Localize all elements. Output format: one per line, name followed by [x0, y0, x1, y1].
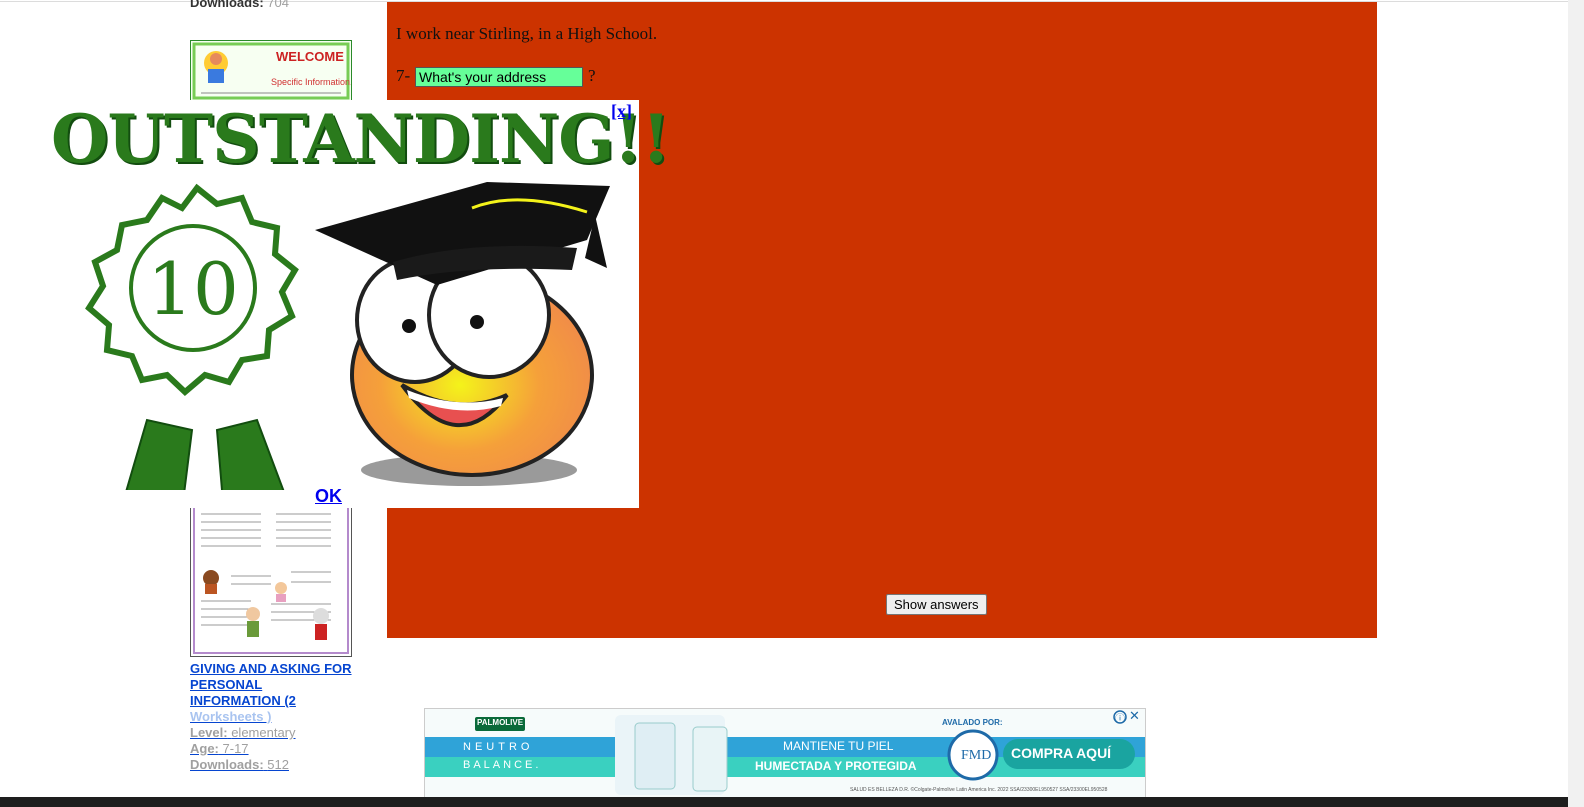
svg-text:WELCOME: WELCOME [276, 49, 344, 64]
top-downloads: Downloads: 704 [190, 0, 289, 10]
show-answers-button[interactable]: Show answers [886, 594, 987, 615]
exercise-sentence: I work near Stirling, in a High School. [396, 24, 658, 43]
ad-tagline-line1: MANTIENE TU PIEL [783, 739, 894, 753]
ribbon-icon [125, 418, 285, 490]
ad-endorsed-by: AVALADO POR: [942, 718, 1003, 727]
ad-info-icon[interactable]: ⓘ [1115, 710, 1125, 725]
worksheet-title-link[interactable]: GIVING AND ASKING FOR PERSONAL INFORMATI… [190, 661, 385, 725]
question-number: 7- [396, 66, 411, 85]
answer-input[interactable]: What's your address [415, 67, 583, 87]
badge-number: 10 [147, 247, 239, 331]
feedback-popup: OUTSTANDING!! [x] 10 OK [17, 100, 671, 508]
ad-fineprint: SALUD ES BELLEZA D.R. ©Colgate-Palmolive… [850, 787, 1108, 793]
ad-product-line2: BALANCE. [463, 759, 542, 771]
svg-text:Specific Information.: Specific Information. [271, 77, 351, 87]
ad-endorser-logo: FMD [961, 748, 992, 763]
welcome-thumbnail-image: WELCOME Specific Information. [191, 41, 351, 101]
personal-info-thumbnail-image [191, 506, 351, 656]
popup-close-link[interactable]: [x] [611, 101, 632, 122]
worksheet-info-block: GIVING AND ASKING FOR PERSONAL INFORMATI… [190, 661, 385, 773]
bottom-bar [0, 797, 1568, 807]
award-illustration: 10 [85, 182, 610, 490]
ad-brand: PALMOLIVE [477, 718, 524, 727]
worksheet-downloads: Downloads: 512 [190, 757, 289, 772]
worksheet-age: Age: 7-17 [190, 741, 249, 756]
graduate-smiley-icon [315, 182, 610, 477]
worksheet-thumbnail-welcome[interactable]: WELCOME Specific Information. [190, 40, 352, 102]
ad-product-line1: NEUTRO [463, 741, 534, 753]
popup-headline: OUTSTANDING!! [51, 100, 671, 178]
question-mark: ? [588, 66, 596, 85]
ad-close-icon[interactable]: ✕ [1129, 709, 1140, 724]
ad-tagline-line2: HUMECTADA Y PROTEGIDA [755, 759, 917, 773]
popup-ok-link[interactable]: OK [315, 486, 342, 507]
ad-cta-button[interactable]: COMPRA AQUÍ [1011, 745, 1111, 761]
ad-banner[interactable]: PALMOLIVE NEUTRO BALANCE. AVALADO POR: F… [424, 708, 1146, 800]
vertical-scrollbar[interactable] [1568, 0, 1584, 807]
worksheet-level: Level: elementary [190, 725, 296, 740]
worksheet-thumbnail-personal-info[interactable] [190, 505, 352, 657]
